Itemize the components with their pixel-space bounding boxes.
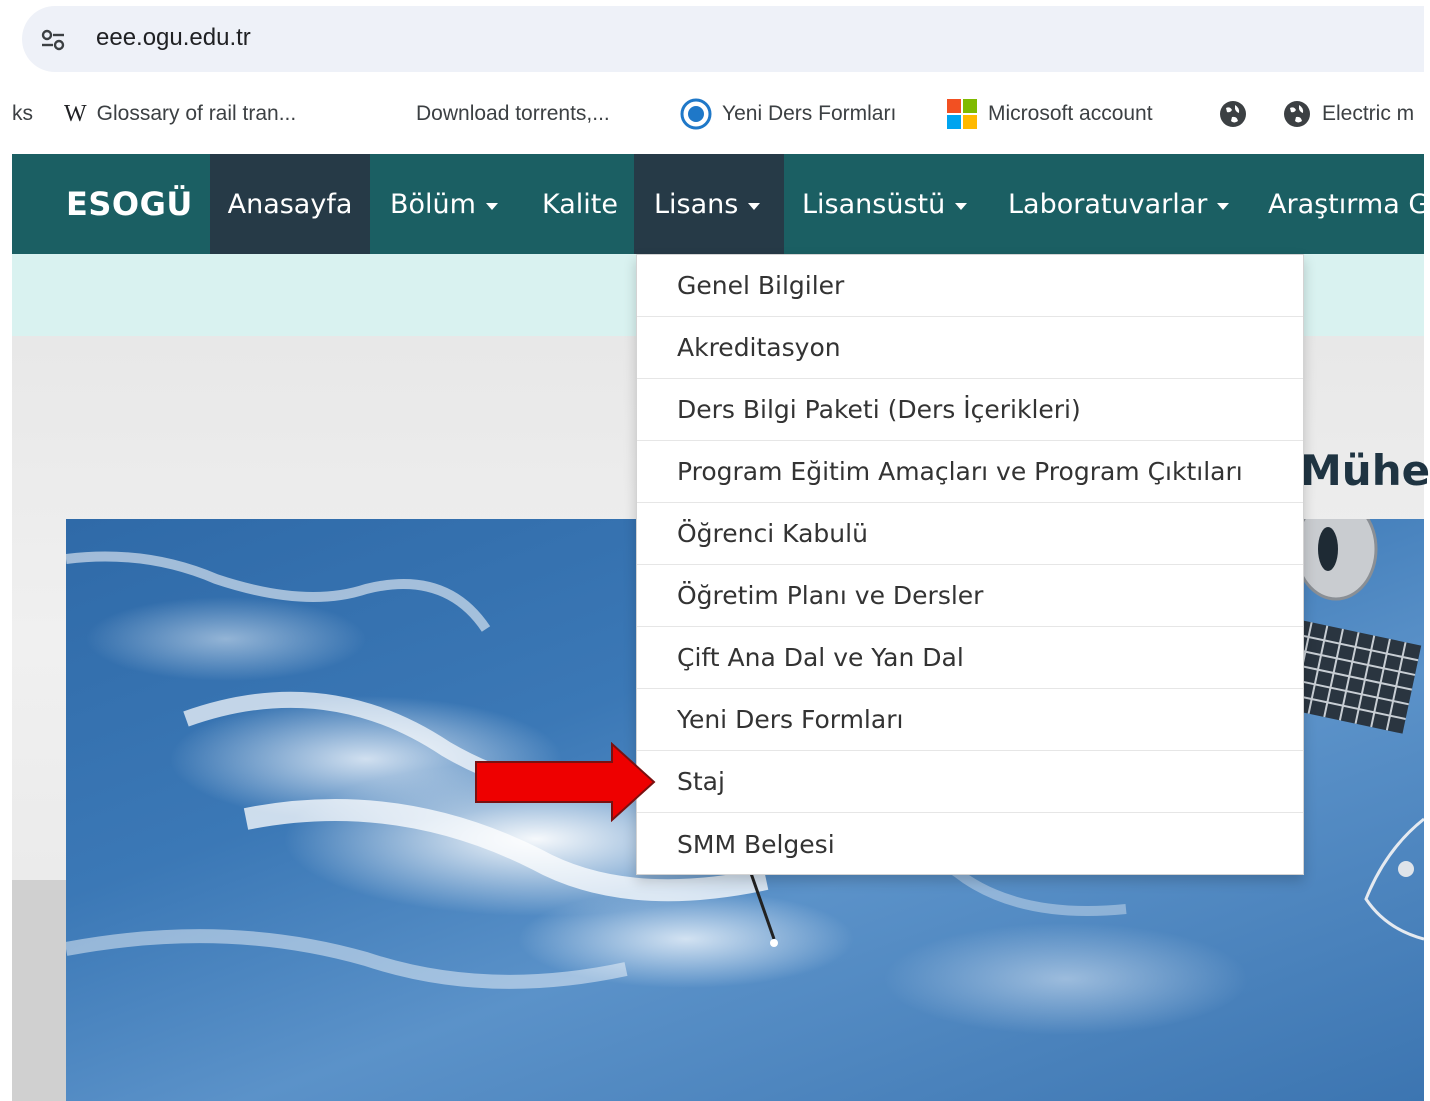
bookmark-label: Yeni Ders Formları: [722, 102, 897, 125]
menu-item-staj[interactable]: Staj: [637, 751, 1303, 813]
menu-item-yeni-ders-formlari[interactable]: Yeni Ders Formları: [637, 689, 1303, 751]
bookmark-item[interactable]: [1218, 98, 1258, 130]
nav-item-anasayfa[interactable]: Anasayfa: [210, 154, 370, 254]
nav-item-kalite[interactable]: Kalite: [542, 154, 618, 254]
microsoft-icon: [946, 98, 978, 130]
bookmark-label: Download torrents,...: [416, 102, 610, 125]
bookmark-item[interactable]: Download torrents,...: [416, 98, 610, 130]
bookmark-label: Microsoft account: [988, 102, 1153, 125]
menu-item-ogretim-plani[interactable]: Öğretim Planı ve Dersler: [637, 565, 1303, 627]
bookmark-label: ks: [12, 102, 33, 125]
nav-label: Lisansüstü: [802, 188, 946, 220]
bookmark-item[interactable]: Microsoft account: [946, 98, 1153, 130]
caret-down-icon: [955, 202, 968, 210]
caret-down-icon: [1217, 202, 1230, 210]
hero-title: Mühen: [1300, 446, 1430, 495]
nav-item-lisansustu[interactable]: Lisansüstü: [802, 154, 968, 254]
caret-down-icon: [485, 202, 498, 210]
bookmark-label: Glossary of rail tran...: [96, 102, 297, 125]
annotation-arrow-icon: [474, 741, 656, 826]
caret-down-icon: [748, 202, 761, 210]
lisans-dropdown-menu: Genel Bilgiler Akreditasyon Ders Bilgi P…: [636, 254, 1304, 875]
bookmark-item[interactable]: W Glossary of rail tran...: [64, 98, 296, 130]
globe-icon: [1282, 99, 1312, 129]
nav-item-laboratuvarlar[interactable]: Laboratuvarlar: [1008, 154, 1230, 254]
bookmark-item[interactable]: ks: [12, 98, 33, 130]
menu-item-ogrenci-kabulu[interactable]: Öğrenci Kabulü: [637, 503, 1303, 565]
url-text[interactable]: eee.ogu.edu.tr: [96, 24, 251, 52]
bookmark-label: Electric m: [1322, 102, 1415, 125]
menu-item-ders-bilgi-paketi[interactable]: Ders Bilgi Paketi (Ders İçerikleri): [637, 379, 1303, 441]
site-icon: [680, 98, 712, 130]
nav-item-lisans[interactable]: Lisans: [634, 154, 784, 254]
wikipedia-icon: W: [64, 100, 87, 127]
bookmark-item[interactable]: Yeni Ders Formları: [680, 98, 896, 130]
nav-label: Araştırma G: [1268, 188, 1424, 220]
nav-label: Bölüm: [390, 188, 476, 220]
menu-item-genel-bilgiler[interactable]: Genel Bilgiler: [637, 255, 1303, 317]
menu-item-program-egitim-amaclari[interactable]: Program Eğitim Amaçları ve Program Çıktı…: [637, 441, 1303, 503]
menu-item-cift-ana-dal[interactable]: Çift Ana Dal ve Yan Dal: [637, 627, 1303, 689]
nav-label: Anasayfa: [227, 188, 353, 220]
nav-label: Kalite: [542, 188, 618, 220]
hero-decoration: [12, 880, 72, 1101]
brand-logo-text[interactable]: ESOGÜ: [66, 154, 193, 254]
globe-icon: [1218, 99, 1248, 129]
nav-item-arastirma[interactable]: Araştırma G: [1268, 154, 1424, 254]
menu-item-smm-belgesi[interactable]: SMM Belgesi: [637, 813, 1303, 875]
site-settings-icon[interactable]: [36, 23, 70, 57]
address-bar-row: eee.ogu.edu.tr: [0, 0, 1430, 78]
nav-label: Lisans: [654, 188, 739, 220]
bookmark-item[interactable]: Electric m: [1282, 98, 1414, 130]
nav-label: Laboratuvarlar: [1008, 188, 1208, 220]
menu-item-akreditasyon[interactable]: Akreditasyon: [637, 317, 1303, 379]
nav-item-bolum[interactable]: Bölüm: [390, 154, 498, 254]
